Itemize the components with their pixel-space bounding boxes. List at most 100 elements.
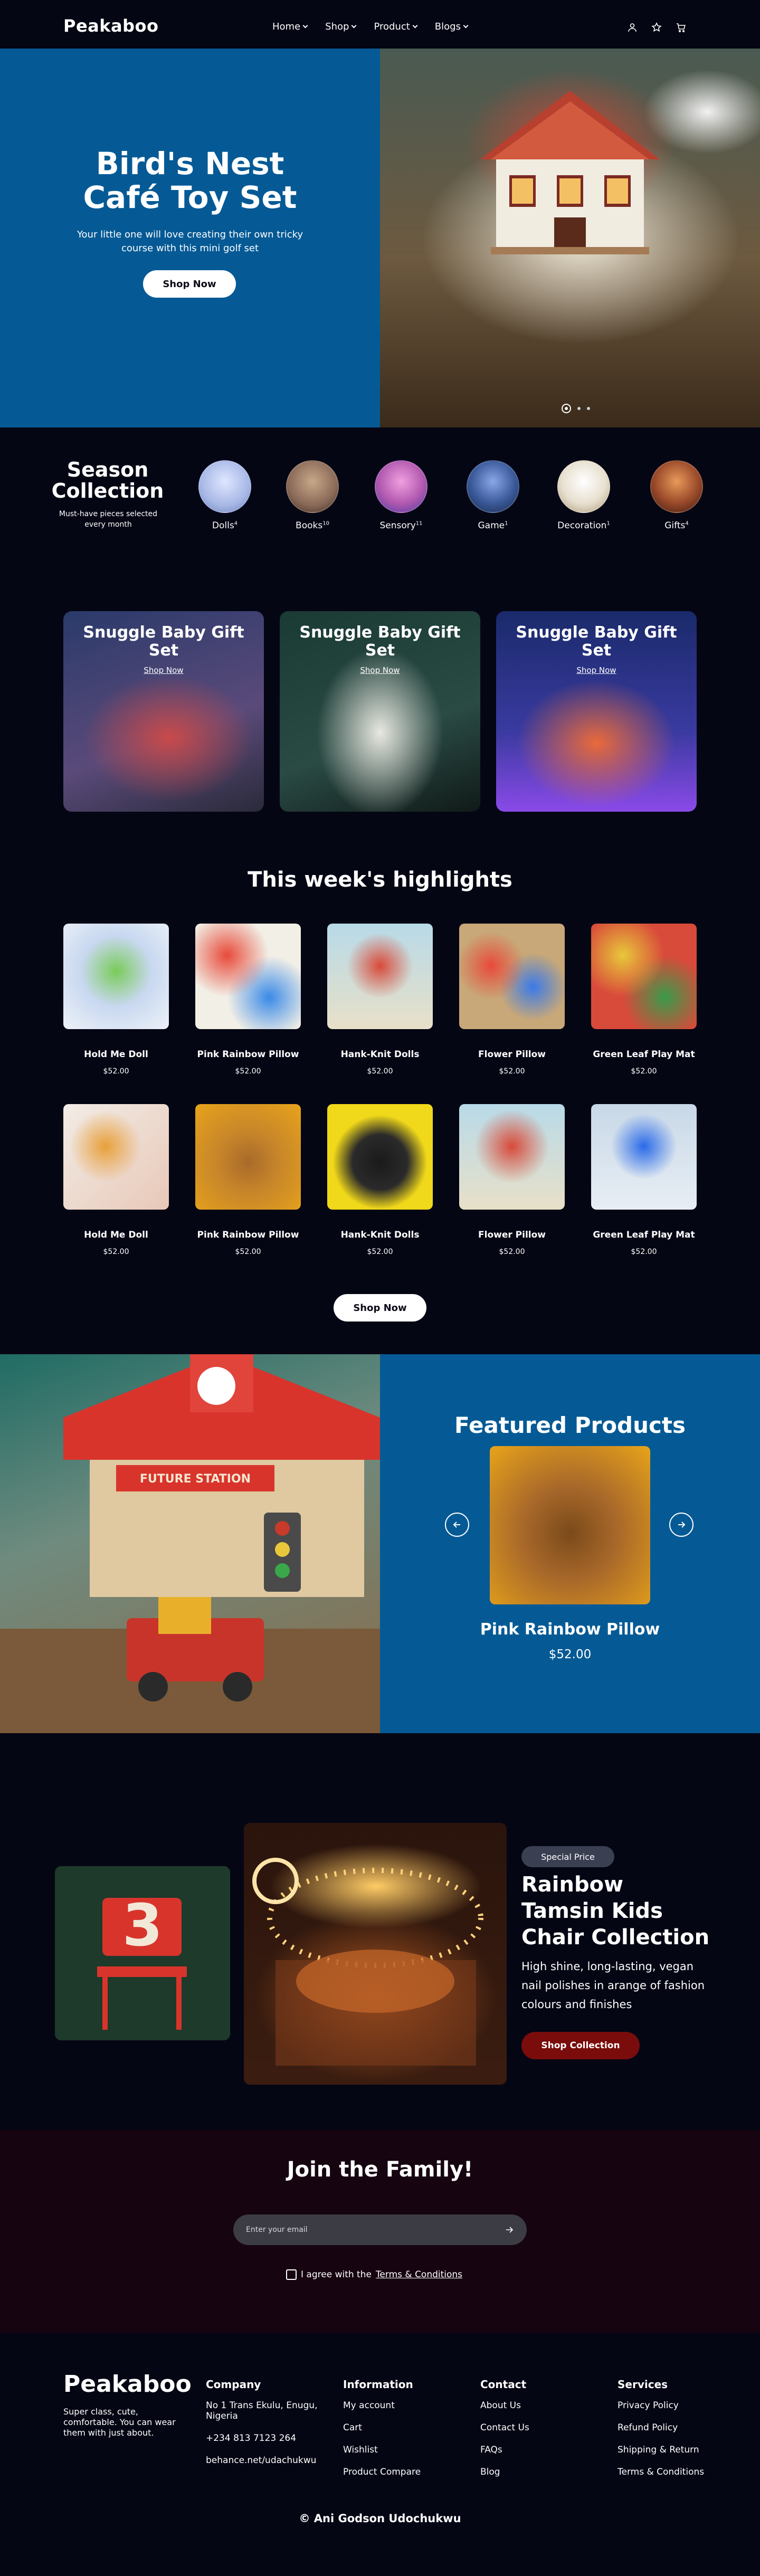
footer-heading: Information bbox=[343, 2378, 413, 2391]
footer-link[interactable]: About Us bbox=[480, 2400, 612, 2411]
featured-next-button[interactable] bbox=[669, 1513, 694, 1537]
hero-title-line: Bird's Nest bbox=[96, 146, 284, 182]
product-name: Pink Rainbow Pillow bbox=[197, 1049, 299, 1060]
featured-image: FUTURE STATION bbox=[0, 1354, 380, 1733]
category-image bbox=[650, 460, 703, 513]
featured-prev-button[interactable] bbox=[445, 1513, 469, 1537]
menu-item-label: Home bbox=[272, 21, 301, 32]
product-image bbox=[327, 924, 433, 1029]
footer-tagline: Super class, cute, comfortable. You can … bbox=[63, 2407, 176, 2438]
promo-shop-link[interactable]: Shop Now bbox=[290, 666, 470, 675]
toy-house-illustration bbox=[480, 91, 660, 254]
product-card[interactable]: Hank-Knit Dolls $52.00 bbox=[327, 1104, 433, 1256]
category-gifts[interactable]: Gifts4 bbox=[640, 460, 714, 531]
slider-dot[interactable] bbox=[577, 407, 581, 410]
product-card[interactable]: Hank-Knit Dolls $52.00 bbox=[327, 924, 433, 1076]
menu-item-product[interactable]: Product bbox=[374, 21, 418, 32]
promo-card[interactable]: Snuggle Baby Gift Set Shop Now bbox=[496, 611, 697, 812]
season-title: Season Collection bbox=[51, 459, 165, 501]
category-game[interactable]: Game1 bbox=[456, 460, 530, 531]
terms-checkbox[interactable] bbox=[286, 2269, 297, 2280]
highlights-shop-now-button[interactable]: Shop Now bbox=[334, 1294, 426, 1322]
featured-product-image[interactable] bbox=[490, 1446, 650, 1604]
site-logo[interactable]: Peakaboo bbox=[63, 16, 159, 36]
footer-link[interactable]: Contact Us bbox=[480, 2422, 612, 2433]
product-card[interactable]: Hold Me Doll $52.00 bbox=[63, 924, 169, 1076]
menu-item-shop[interactable]: Shop bbox=[325, 21, 357, 32]
promo-card[interactable]: Snuggle Baby Gift Set Shop Now bbox=[63, 611, 264, 812]
slider-dot[interactable] bbox=[587, 407, 590, 410]
hero-slider-dots bbox=[562, 404, 590, 413]
nav-icons bbox=[627, 22, 686, 33]
shop-collection-button[interactable]: Shop Collection bbox=[521, 2032, 640, 2059]
chair-image: 3 bbox=[55, 1866, 230, 2040]
category-label: Books10 bbox=[296, 520, 329, 531]
promo-card[interactable]: Snuggle Baby Gift Set Shop Now bbox=[280, 611, 480, 812]
footer-column-company: Company No 1 Trans Ekulu, Enugu, Nigeria… bbox=[206, 2378, 338, 2477]
product-card[interactable]: Pink Rainbow Pillow $52.00 bbox=[195, 1104, 301, 1256]
category-label: Gifts4 bbox=[664, 520, 689, 531]
product-card[interactable]: Pink Rainbow Pillow $52.00 bbox=[195, 924, 301, 1076]
star-icon[interactable] bbox=[651, 22, 662, 33]
category-image bbox=[375, 460, 428, 513]
product-image bbox=[63, 924, 169, 1029]
category-books[interactable]: Books10 bbox=[276, 460, 349, 531]
user-icon[interactable] bbox=[627, 22, 638, 33]
category-image bbox=[467, 460, 519, 513]
product-name: Green Leaf Play Mat bbox=[593, 1230, 695, 1240]
product-price: $52.00 bbox=[367, 1248, 393, 1256]
product-name: Flower Pillow bbox=[478, 1049, 546, 1060]
copyright: © Ani Godson Udochukwu bbox=[299, 2512, 461, 2525]
slider-dot-active[interactable] bbox=[562, 404, 571, 413]
footer-link[interactable]: Privacy Policy bbox=[618, 2400, 749, 2411]
footer-link[interactable]: Shipping & Return bbox=[618, 2445, 749, 2455]
category-dolls[interactable]: Dolls4 bbox=[188, 460, 262, 531]
promo-shop-link[interactable]: Shop Now bbox=[507, 666, 686, 675]
product-image bbox=[327, 1104, 433, 1210]
hero-shop-now-button[interactable]: Shop Now bbox=[143, 270, 236, 298]
arrow-right-icon[interactable] bbox=[505, 2225, 514, 2235]
cart-icon[interactable] bbox=[676, 22, 686, 33]
menu-item-home[interactable]: Home bbox=[272, 21, 308, 32]
footer-link[interactable]: Refund Policy bbox=[618, 2422, 749, 2433]
category-decoration[interactable]: Decoration1 bbox=[547, 460, 621, 531]
product-card[interactable]: Hold Me Doll $52.00 bbox=[63, 1104, 169, 1256]
category-sensory[interactable]: Sensory11 bbox=[364, 460, 438, 531]
product-name: Green Leaf Play Mat bbox=[593, 1049, 695, 1060]
product-price: $52.00 bbox=[103, 1248, 129, 1256]
footer-link[interactable]: Wishlist bbox=[343, 2445, 475, 2455]
footer-website-link[interactable]: behance.net/udachukwu bbox=[206, 2455, 338, 2466]
footer-link[interactable]: My account bbox=[343, 2400, 475, 2411]
product-card[interactable]: Flower Pillow $52.00 bbox=[459, 924, 565, 1076]
product-card[interactable]: Green Leaf Play Mat $52.00 bbox=[591, 924, 697, 1076]
product-price: $52.00 bbox=[235, 1248, 261, 1256]
footer-link[interactable]: FAQs bbox=[480, 2445, 612, 2455]
menu-item-label: Product bbox=[374, 21, 410, 32]
category-image bbox=[198, 460, 251, 513]
terms-link[interactable]: Terms & Conditions bbox=[376, 2269, 462, 2280]
footer-heading: Contact bbox=[480, 2378, 527, 2391]
season-title-line: Collection bbox=[51, 479, 164, 502]
agree-text: I agree with the bbox=[301, 2269, 372, 2280]
product-card[interactable]: Green Leaf Play Mat $52.00 bbox=[591, 1104, 697, 1256]
highlights-title: This week's highlights bbox=[248, 868, 512, 892]
footer-phone[interactable]: +234 813 7123 264 bbox=[206, 2433, 338, 2444]
footer-link[interactable]: Product Compare bbox=[343, 2467, 475, 2477]
product-price: $52.00 bbox=[367, 1067, 393, 1076]
footer-address: No 1 Trans Ekulu, Enugu, Nigeria bbox=[206, 2400, 318, 2421]
product-price: $52.00 bbox=[631, 1067, 657, 1076]
category-label: Game1 bbox=[478, 520, 508, 531]
footer-link[interactable]: Cart bbox=[343, 2422, 475, 2433]
product-price: $52.00 bbox=[103, 1067, 129, 1076]
footer-link[interactable]: Blog bbox=[480, 2467, 612, 2477]
product-card[interactable]: Flower Pillow $52.00 bbox=[459, 1104, 565, 1256]
hero-title: Bird's Nest Café Toy Set bbox=[32, 147, 348, 214]
product-price: $52.00 bbox=[499, 1248, 525, 1256]
menu-item-blogs[interactable]: Blogs bbox=[435, 21, 469, 32]
footer-link[interactable]: Terms & Conditions bbox=[618, 2467, 749, 2477]
footer-logo[interactable]: Peakaboo bbox=[63, 2371, 192, 2398]
promo-shop-link[interactable]: Shop Now bbox=[74, 666, 253, 675]
featured-product-price: $52.00 bbox=[548, 1648, 592, 1661]
product-image bbox=[63, 1104, 169, 1210]
email-input[interactable] bbox=[246, 2226, 505, 2234]
